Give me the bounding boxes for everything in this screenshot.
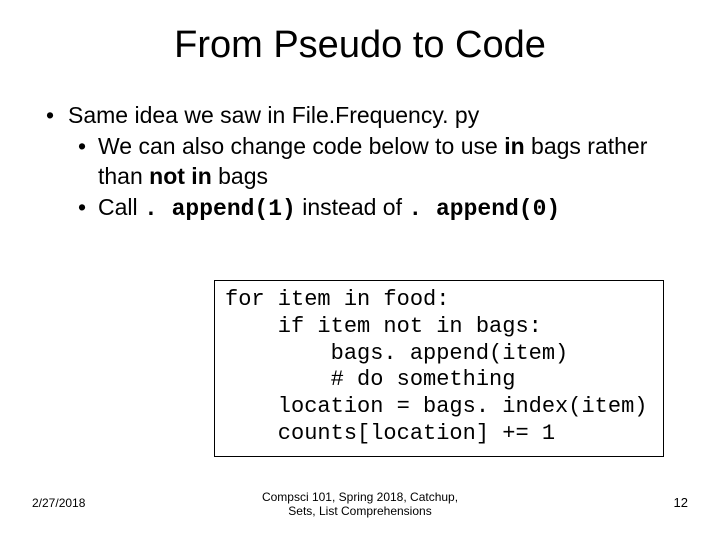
bullet-level2-a: We can also change code below to use in … — [40, 132, 680, 191]
text-fragment: bags — [212, 163, 268, 189]
code-line: location = bags. index(item) — [225, 394, 653, 421]
code-line: for item in food: — [225, 287, 653, 314]
bullet-text: Same idea we saw in File.Frequency. py — [68, 102, 479, 128]
code-line: counts[location] += 1 — [225, 421, 653, 448]
emph-in: in — [504, 133, 524, 159]
footer-line1: Compsci 101, Spring 2018, Catchup, — [262, 490, 458, 504]
slide-title: From Pseudo to Code — [40, 24, 680, 67]
code-inline: . append(1) — [144, 196, 296, 222]
slide: From Pseudo to Code Same idea we saw in … — [0, 0, 720, 540]
footer-center: Compsci 101, Spring 2018, Catchup, Sets,… — [0, 490, 720, 518]
footer-page-number: 12 — [674, 495, 688, 510]
emph-notin: not in — [149, 163, 212, 189]
code-block: for item in food: if item not in bags: b… — [214, 280, 664, 457]
text-fragment: Call — [98, 194, 144, 220]
code-line: if item not in bags: — [225, 314, 653, 341]
code-line: # do something — [225, 367, 653, 394]
text-fragment: instead of — [296, 194, 409, 220]
text-fragment: We can also change code below to use — [98, 133, 504, 159]
footer-line2: Sets, List Comprehensions — [262, 504, 458, 518]
bullet-level1: Same idea we saw in File.Frequency. py — [40, 101, 680, 130]
bullet-level2-b: Call . append(1) instead of . append(0) — [40, 193, 680, 224]
code-inline: . append(0) — [408, 196, 560, 222]
slide-body: Same idea we saw in File.Frequency. py W… — [40, 101, 680, 225]
code-line: bags. append(item) — [225, 341, 653, 368]
